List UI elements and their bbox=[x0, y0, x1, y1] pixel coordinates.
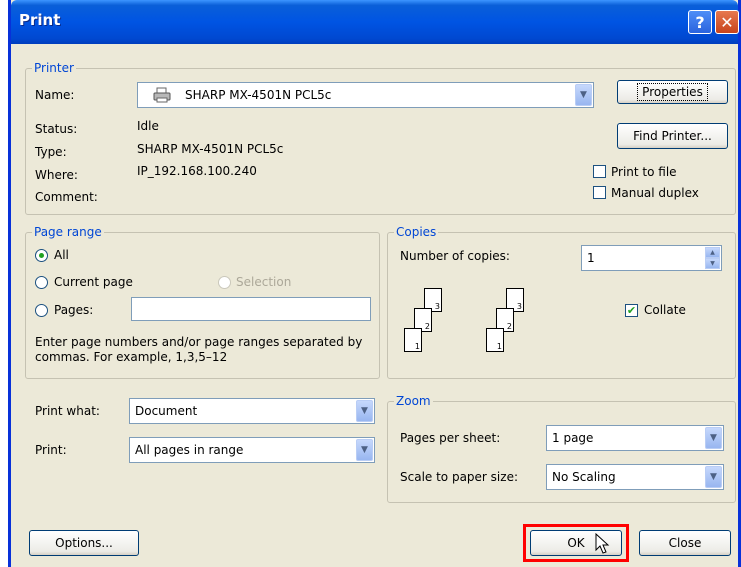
print-what-select[interactable]: Document ▼ bbox=[129, 398, 375, 424]
mouse-cursor-icon bbox=[595, 533, 610, 554]
title-bar[interactable]: Print ? ✕ bbox=[11, 0, 739, 44]
collate-label[interactable]: Collate bbox=[644, 303, 686, 317]
close-window-button[interactable]: ✕ bbox=[715, 10, 739, 34]
print-to-file-checkbox[interactable] bbox=[593, 165, 606, 178]
pages-per-sheet-label: Pages per sheet: bbox=[400, 431, 501, 445]
help-button[interactable]: ? bbox=[688, 10, 712, 34]
options-label: Options... bbox=[55, 536, 113, 550]
print-value: All pages in range bbox=[135, 443, 244, 457]
scale-value: No Scaling bbox=[552, 470, 616, 484]
find-printer-button[interactable]: Find Printer... bbox=[617, 123, 728, 149]
chevron-down-icon[interactable]: ▼ bbox=[575, 84, 592, 106]
pages-label[interactable]: Pages: bbox=[54, 303, 93, 317]
page-sheet: 1 bbox=[404, 328, 422, 352]
page-range-hint: Enter page numbers and/or page ranges se… bbox=[35, 335, 363, 364]
printer-name-label: Name: bbox=[35, 88, 75, 102]
print-what-label: Print what: bbox=[35, 404, 100, 418]
all-pages-radio[interactable] bbox=[35, 249, 48, 262]
page-range-group-label: Page range bbox=[32, 225, 104, 239]
close-icon: ✕ bbox=[720, 12, 734, 32]
close-label: Close bbox=[668, 536, 702, 550]
pages-input[interactable] bbox=[131, 297, 371, 321]
copies-spin-buttons[interactable]: ▲ ▼ bbox=[705, 247, 720, 269]
chevron-down-icon[interactable]: ▼ bbox=[356, 439, 373, 461]
scale-label: Scale to paper size: bbox=[400, 470, 518, 484]
status-label: Status: bbox=[35, 122, 78, 136]
spin-up-icon[interactable]: ▲ bbox=[705, 247, 720, 258]
printer-group-label: Printer bbox=[32, 61, 76, 75]
printer-name-value: SHARP MX-4501N PCL5c bbox=[185, 88, 332, 102]
find-printer-label: Find Printer... bbox=[633, 129, 712, 143]
scale-select[interactable]: No Scaling ▼ bbox=[546, 464, 724, 490]
ok-label: OK bbox=[567, 536, 585, 550]
selection-radio[interactable] bbox=[218, 276, 231, 289]
print-what-value: Document bbox=[135, 404, 198, 418]
properties-button[interactable]: Properties bbox=[617, 80, 728, 104]
copies-spinner[interactable]: 1 ▲ ▼ bbox=[581, 245, 722, 271]
pages-radio[interactable] bbox=[35, 304, 48, 317]
chevron-down-icon[interactable]: ▼ bbox=[705, 427, 722, 449]
page-number: 3 bbox=[516, 302, 522, 311]
number-of-copies-label: Number of copies: bbox=[400, 249, 510, 263]
selection-label[interactable]: Selection bbox=[236, 275, 291, 289]
page-number: 1 bbox=[414, 342, 420, 351]
zoom-group-label: Zoom bbox=[394, 394, 433, 408]
copies-value: 1 bbox=[587, 251, 595, 265]
copies-group-label: Copies bbox=[394, 225, 439, 239]
current-page-label[interactable]: Current page bbox=[54, 275, 133, 289]
page-number: 3 bbox=[434, 302, 440, 311]
collate-checkbox[interactable]: ✔ bbox=[625, 304, 638, 317]
options-button[interactable]: Options... bbox=[29, 530, 139, 556]
close-button[interactable]: Close bbox=[639, 530, 731, 556]
comment-label: Comment: bbox=[35, 190, 98, 204]
print-label: Print: bbox=[35, 443, 67, 457]
all-pages-label[interactable]: All bbox=[54, 248, 69, 262]
manual-duplex-label[interactable]: Manual duplex bbox=[611, 186, 699, 200]
where-value: IP_192.168.100.240 bbox=[137, 164, 257, 178]
pages-per-sheet-value: 1 page bbox=[552, 431, 594, 445]
current-page-radio[interactable] bbox=[35, 276, 48, 289]
status-value: Idle bbox=[137, 119, 159, 133]
chevron-down-icon[interactable]: ▼ bbox=[705, 466, 722, 488]
help-icon: ? bbox=[695, 12, 705, 32]
where-label: Where: bbox=[35, 168, 78, 182]
manual-duplex-checkbox[interactable] bbox=[593, 186, 606, 199]
properties-label: Properties bbox=[637, 83, 708, 101]
collate-illustration: 3 2 1 3 2 1 bbox=[404, 286, 574, 362]
page-number: 2 bbox=[506, 322, 512, 331]
page-sheet: 1 bbox=[486, 328, 504, 352]
printer-icon bbox=[153, 87, 171, 103]
chevron-down-icon[interactable]: ▼ bbox=[356, 400, 373, 422]
spin-down-icon[interactable]: ▼ bbox=[705, 258, 720, 269]
print-select[interactable]: All pages in range ▼ bbox=[129, 437, 375, 463]
type-label: Type: bbox=[35, 145, 67, 159]
type-value: SHARP MX-4501N PCL5c bbox=[137, 142, 284, 156]
page-number: 2 bbox=[424, 322, 430, 331]
pages-per-sheet-select[interactable]: 1 page ▼ bbox=[546, 425, 724, 451]
window-title: Print bbox=[19, 11, 61, 29]
page-number: 1 bbox=[496, 342, 502, 351]
printer-name-select[interactable]: SHARP MX-4501N PCL5c ▼ bbox=[137, 82, 594, 108]
print-to-file-label[interactable]: Print to file bbox=[611, 165, 677, 179]
print-dialog: Print ? ✕ Printer Name: SHARP MX-4501N P… bbox=[8, 0, 741, 567]
